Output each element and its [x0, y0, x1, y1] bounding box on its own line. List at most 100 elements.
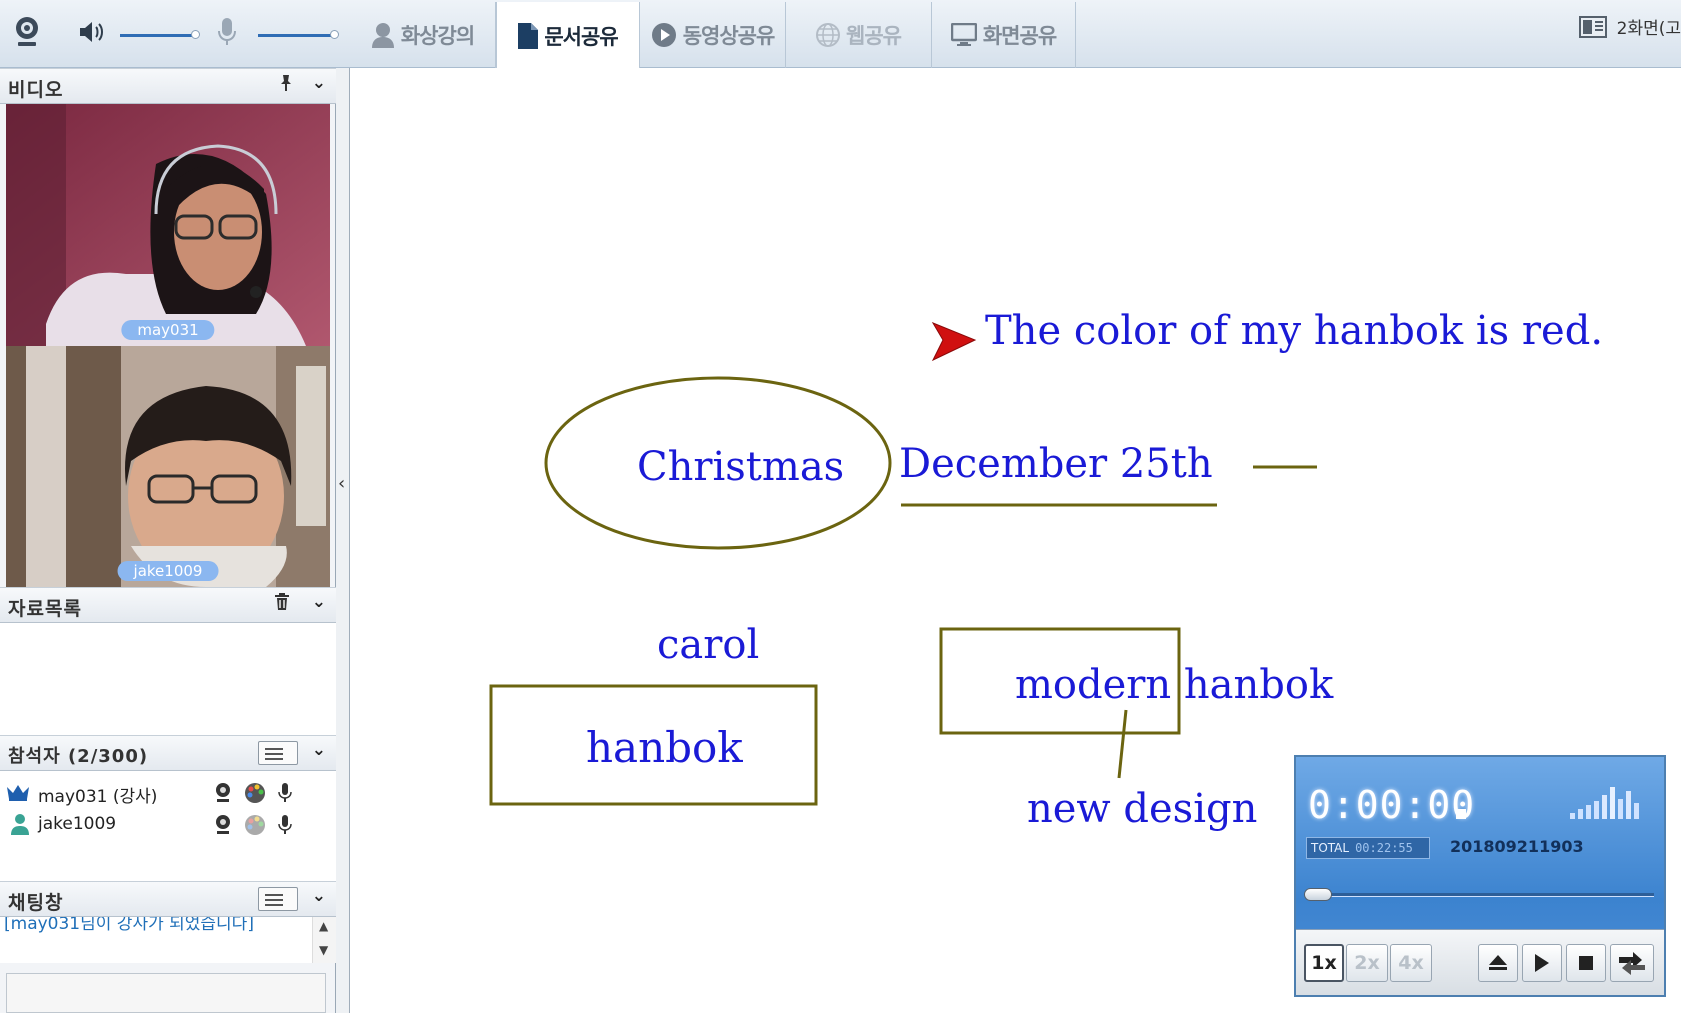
- video-name-tag: jake1009: [117, 561, 219, 581]
- level-meter-icon: [1570, 787, 1639, 819]
- sentence-text: The color of my hanbok is red.: [985, 308, 1604, 354]
- palette-icon[interactable]: [244, 782, 266, 804]
- label-december: December 25th: [899, 441, 1213, 487]
- list-item[interactable]: may031 (강사): [6, 779, 331, 807]
- stop-icon: [1579, 956, 1593, 970]
- tab-label: 문서공유: [544, 24, 618, 49]
- scroll-up-icon[interactable]: ▲: [319, 919, 328, 933]
- label-carol: carol: [657, 622, 760, 668]
- participant-name: jake1009: [38, 814, 117, 834]
- speed-2x-button[interactable]: 2x: [1346, 944, 1388, 982]
- eject-icon: [1489, 955, 1507, 970]
- chevron-left-icon[interactable]: ‹: [338, 473, 345, 494]
- microphone-icon[interactable]: [214, 16, 240, 48]
- tab-document-share[interactable]: 문서공유: [496, 2, 640, 69]
- chat-input[interactable]: [6, 973, 326, 1013]
- materials-panel-header: 자료목록 ⌄: [0, 587, 336, 623]
- video-name-tag: may031: [121, 320, 215, 340]
- video-feed-student: jake1009: [6, 346, 330, 587]
- split-view-toggle[interactable]: 2화면(고: [1578, 14, 1681, 39]
- player-seek-bar[interactable]: [1306, 893, 1654, 897]
- palette-icon[interactable]: [244, 814, 266, 836]
- webcam-icon[interactable]: [214, 814, 232, 836]
- total-time-badge: TOTAL 00:22:55: [1306, 837, 1430, 859]
- chat-menu-button[interactable]: [258, 887, 298, 911]
- chevron-down-icon[interactable]: ⌄: [312, 73, 326, 93]
- chat-panel-header: 채팅창 ⌄: [0, 881, 336, 917]
- chat-scrollbar[interactable]: ▲ ▼: [312, 917, 336, 963]
- mic-volume-slider[interactable]: [258, 34, 334, 37]
- recording-id: 201809211903: [1450, 837, 1584, 856]
- total-label: TOTAL: [1311, 841, 1350, 855]
- participants-list: may031 (강사) jake1009: [0, 771, 336, 881]
- chevron-down-icon[interactable]: ⌄: [312, 886, 326, 906]
- microphone-icon[interactable]: [278, 782, 292, 804]
- label-hanbok: hanbok: [586, 723, 743, 772]
- chat-message: [may031님이 강사가 되었습니다]: [4, 917, 254, 934]
- chevron-down-icon[interactable]: ⌄: [312, 592, 326, 612]
- play-circle-icon: [651, 23, 676, 47]
- video-feed-instructor: may031: [6, 104, 330, 346]
- label-new-design: new design: [1027, 786, 1258, 832]
- tab-label: 화면공유: [982, 24, 1057, 48]
- tab-video-share[interactable]: 동영상공유: [640, 2, 786, 68]
- tab-screen-share[interactable]: 화면공유: [932, 2, 1076, 68]
- left-panel: 비디오 ⌄ may031 jake1009 자료목록 ⌄ 참석자 (2/300)…: [0, 68, 336, 1013]
- split-layout-icon: [1578, 15, 1607, 38]
- recording-player: 0:00:00 TOTAL 00:22:55 201809211903 1x 2…: [1294, 755, 1666, 997]
- student-video-image: [6, 346, 330, 587]
- webcam-icon[interactable]: [214, 782, 232, 804]
- tab-label: 동영상공유: [682, 24, 776, 48]
- webcam-icon[interactable]: [12, 14, 42, 50]
- materials-list: [0, 623, 336, 735]
- pin-icon[interactable]: [278, 74, 294, 97]
- player-seek-knob[interactable]: [1304, 888, 1332, 901]
- chevron-down-icon[interactable]: ⌄: [312, 740, 326, 760]
- participants-panel-header: 참석자 (2/300) ⌄: [0, 735, 336, 771]
- player-time-display: 0:00:00: [1308, 783, 1476, 827]
- list-item[interactable]: jake1009: [6, 811, 331, 839]
- materials-panel-title: 자료목록: [8, 598, 82, 620]
- video-panel-title: 비디오: [8, 79, 64, 101]
- label-modern-hanbok: modern hanbok: [1015, 662, 1334, 708]
- panel-collapse-handle[interactable]: ‹: [336, 68, 350, 1013]
- play-button[interactable]: [1522, 944, 1562, 982]
- video-panel-header: 비디오 ⌄: [0, 68, 336, 104]
- participants-panel-title: 참석자 (2/300): [8, 746, 149, 767]
- speed-4x-button[interactable]: 4x: [1390, 944, 1432, 982]
- player-controls: 1x 2x 4x: [1296, 929, 1664, 995]
- play-icon: [1535, 954, 1549, 972]
- user-icon: [11, 814, 29, 835]
- speed-1x-button[interactable]: 1x: [1304, 944, 1344, 982]
- tab-web-share[interactable]: 웹공유: [786, 2, 932, 68]
- eject-button[interactable]: [1478, 944, 1518, 982]
- exit-player-button[interactable]: [1610, 944, 1654, 982]
- trash-icon[interactable]: [274, 593, 290, 616]
- person-icon: [371, 23, 394, 48]
- speaker-volume-knob[interactable]: [191, 30, 200, 39]
- top-toolbar: 화상강의 문서공유 동영상공유 웹공유 화면공유 2화면(고: [0, 0, 1681, 69]
- mic-volume-knob[interactable]: [330, 30, 339, 39]
- stop-button[interactable]: [1566, 944, 1606, 982]
- tab-video-lecture[interactable]: 화상강의: [350, 2, 496, 68]
- instructor-video-image: [6, 104, 330, 346]
- split-view-label: 2화면(고: [1616, 19, 1681, 39]
- record-indicator: [1456, 809, 1466, 819]
- connector-line: [1117, 709, 1128, 779]
- label-christmas: Christmas: [637, 444, 845, 490]
- speaker-icon[interactable]: [76, 18, 106, 46]
- participant-name: may031 (강사): [38, 787, 158, 807]
- scroll-down-icon[interactable]: ▼: [319, 943, 328, 957]
- microphone-icon[interactable]: [278, 814, 292, 836]
- tab-label: 웹공유: [846, 24, 902, 48]
- speaker-volume-slider[interactable]: [120, 34, 196, 37]
- tab-label: 화상강의: [400, 24, 475, 48]
- chat-log[interactable]: [may031님이 강사가 되었습니다] ▲ ▼: [0, 917, 336, 963]
- total-time: 00:22:55: [1355, 841, 1413, 855]
- document-icon: [518, 22, 539, 49]
- exit-arrow-icon: [1619, 952, 1645, 975]
- chat-panel-title: 채팅창: [8, 892, 64, 914]
- monitor-icon: [950, 23, 977, 46]
- pointer-arrow-shape: [931, 321, 977, 362]
- participants-menu-button[interactable]: [258, 741, 298, 765]
